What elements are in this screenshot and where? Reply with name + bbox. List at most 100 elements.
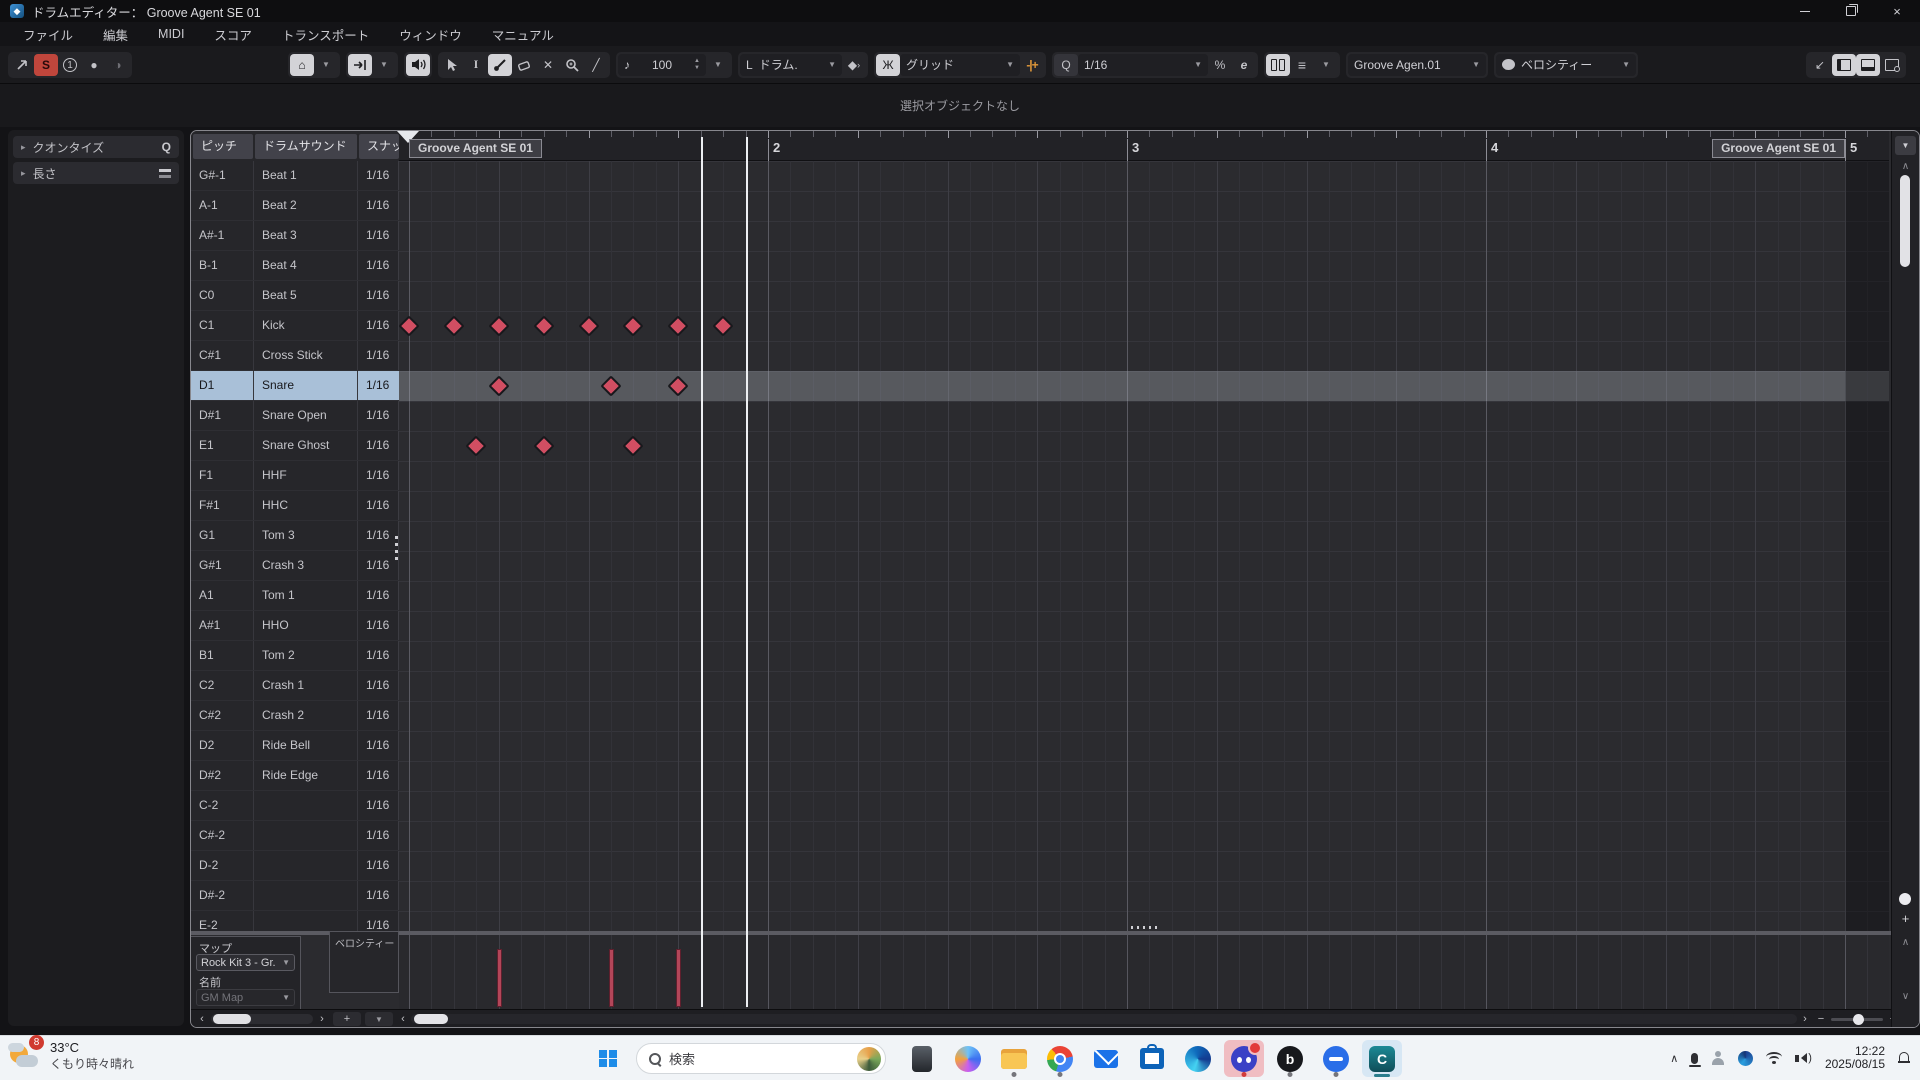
object-select-tool[interactable] [440, 54, 464, 76]
inspector-section-quantize[interactable]: ▸ クオンタイズ Q [13, 136, 179, 158]
quantize-q-button[interactable]: Q [1054, 54, 1078, 76]
velocity-bar[interactable] [609, 949, 614, 1007]
quantize-panel-button[interactable]: e [1232, 54, 1256, 76]
active-part-field[interactable]: Groove Agen.01 ▼ [1348, 54, 1486, 76]
restore-button[interactable] [1828, 0, 1874, 22]
note-diamond[interactable] [533, 315, 554, 336]
taskbar-clock[interactable]: 12:22 2025/08/15 [1825, 1045, 1885, 1072]
taskbar-app-blue[interactable] [1316, 1040, 1356, 1077]
taskbar-app-widgets[interactable] [902, 1040, 942, 1077]
add-controller-lane-button[interactable]: + [333, 1012, 361, 1026]
velocity-bar[interactable] [497, 949, 502, 1007]
part-start-label[interactable]: Groove Agent SE 01 [409, 139, 542, 158]
taskbar-app-store[interactable] [1132, 1040, 1172, 1077]
part-end-label[interactable]: Groove Agent SE 01 [1712, 139, 1845, 158]
quantize-preset-field[interactable]: 1/16 ▼ [1078, 54, 1208, 76]
note-length-field[interactable]: L ドラム. ▼ [740, 54, 842, 76]
pin-button[interactable] [10, 54, 34, 76]
inspector-section-length[interactable]: ▸ 長さ [13, 162, 179, 184]
taskbar-app-edge[interactable] [1178, 1040, 1218, 1077]
drumstick-tool[interactable] [488, 54, 512, 76]
drum-map-select[interactable]: Rock Kit 3 - Gr. ▼ [196, 954, 295, 971]
part-borders-button[interactable] [1266, 54, 1290, 76]
list-scrollbar-thumb[interactable] [213, 1014, 251, 1024]
autoscroll-button[interactable] [348, 54, 372, 76]
range-select-tool[interactable]: I [464, 54, 488, 76]
hzoom-out-button[interactable]: − [1815, 1012, 1827, 1026]
velocity-lane-label-box[interactable]: ベロシティー [329, 931, 399, 993]
controller-lane-setup-button[interactable]: ▼ [365, 1012, 393, 1026]
note-diamond[interactable] [578, 315, 599, 336]
menu-item[interactable]: ウィンドウ [384, 25, 477, 44]
wifi-icon[interactable] [1766, 1052, 1782, 1065]
list-divider-grip[interactable] [395, 536, 398, 562]
edit-active-part-button[interactable]: ≡ [1290, 54, 1314, 76]
ruler-options-button[interactable]: ▼ [1895, 136, 1916, 155]
taskbar-app-chrome[interactable] [1040, 1040, 1080, 1077]
show-inspector-button[interactable]: ⌂ [290, 54, 314, 76]
people-icon[interactable] [1711, 1051, 1725, 1065]
snap-toggle-button[interactable]: Ж [876, 54, 900, 76]
menu-item[interactable]: MIDI [143, 27, 199, 41]
taskbar-app-b[interactable]: b [1270, 1040, 1310, 1077]
tray-app-icon[interactable] [1738, 1051, 1753, 1066]
solo-editor-button[interactable]: S [34, 54, 58, 76]
lane-scroll-up-button[interactable]: ∧ [1892, 937, 1919, 948]
show-left-zone-button[interactable] [1832, 54, 1856, 76]
start-button[interactable] [588, 1040, 628, 1077]
record-in-editor-button[interactable]: ● [82, 54, 106, 76]
taskbar-app-copilot[interactable] [948, 1040, 988, 1077]
menu-item[interactable]: スコア [199, 25, 267, 44]
taskbar-app-mail[interactable] [1086, 1040, 1126, 1077]
vzoom-slider-thumb[interactable] [1899, 893, 1911, 905]
notification-bell-icon[interactable] [1898, 1052, 1910, 1064]
audition-button[interactable] [406, 54, 430, 76]
horizontal-scrollbar-thumb[interactable] [414, 1014, 448, 1024]
diamond-display-button[interactable]: ◆› [842, 54, 866, 76]
hidden-icons-button[interactable]: ∧ [1670, 1052, 1678, 1065]
hscroll-left-button[interactable]: ‹ [397, 1012, 409, 1026]
controller-lane-field[interactable]: ベロシティー ▼ [1496, 54, 1636, 76]
iterative-quantize-button[interactable]: % [1208, 54, 1232, 76]
line-tool[interactable]: ╱ [584, 54, 608, 76]
note-diamond[interactable] [623, 315, 644, 336]
volume-icon[interactable]: ) [1795, 1052, 1812, 1064]
list-scrollbar[interactable] [211, 1014, 313, 1024]
open-in-lower-zone-button[interactable]: ↙ [1808, 54, 1832, 76]
vzoom-in-button[interactable]: + [1892, 911, 1919, 926]
list-scroll-left-button[interactable]: ‹ [195, 1012, 209, 1026]
mute-tool[interactable]: ✕ [536, 54, 560, 76]
snap-type-field[interactable]: グリッド ▼ [900, 54, 1020, 76]
taskbar-app-cubase-active[interactable]: C [1362, 1040, 1402, 1077]
note-diamond[interactable] [488, 315, 509, 336]
eraser-tool[interactable] [512, 54, 536, 76]
minimize-button[interactable] [1782, 0, 1828, 22]
taskbar-app-discord[interactable] [1224, 1040, 1264, 1077]
part-list-dropdown[interactable]: ▼ [1314, 54, 1338, 76]
menu-item[interactable]: 編集 [88, 25, 143, 44]
velocity-bar[interactable] [676, 949, 681, 1007]
zones-dropdown-button[interactable]: ▼ [314, 54, 338, 76]
menu-item[interactable]: トランスポート [267, 25, 384, 44]
window-setup-button[interactable] [1880, 54, 1904, 76]
list-scroll-right-button[interactable]: › [315, 1012, 329, 1026]
note-diamond[interactable] [668, 315, 689, 336]
note-diamond[interactable] [623, 435, 644, 456]
weather-widget[interactable]: 8 33°C くもり時々晴れ [8, 1039, 134, 1073]
hscroll-right-button[interactable]: › [1799, 1012, 1811, 1026]
hzoom-slider-thumb[interactable] [1853, 1014, 1864, 1025]
lane-resize-handle[interactable] [1131, 926, 1161, 929]
relative-grid-button[interactable]: -|+ [1020, 54, 1044, 76]
menu-item[interactable]: マニュアル [477, 25, 569, 44]
acoustic-feedback-button[interactable]: 1 [58, 54, 82, 76]
note-diamond[interactable] [466, 435, 487, 456]
horizontal-scrollbar[interactable] [411, 1014, 1797, 1024]
zoom-tool[interactable] [560, 54, 584, 76]
show-lower-zone-button[interactable] [1856, 54, 1880, 76]
velocity-spinner[interactable]: ▲▼ [694, 58, 700, 72]
note-diamond[interactable] [533, 435, 554, 456]
lane-scroll-down-button[interactable]: ∨ [1892, 991, 1919, 1002]
note-diamond[interactable] [713, 315, 734, 336]
menu-item[interactable]: ファイル [8, 25, 88, 44]
microphone-icon[interactable] [1691, 1053, 1698, 1064]
